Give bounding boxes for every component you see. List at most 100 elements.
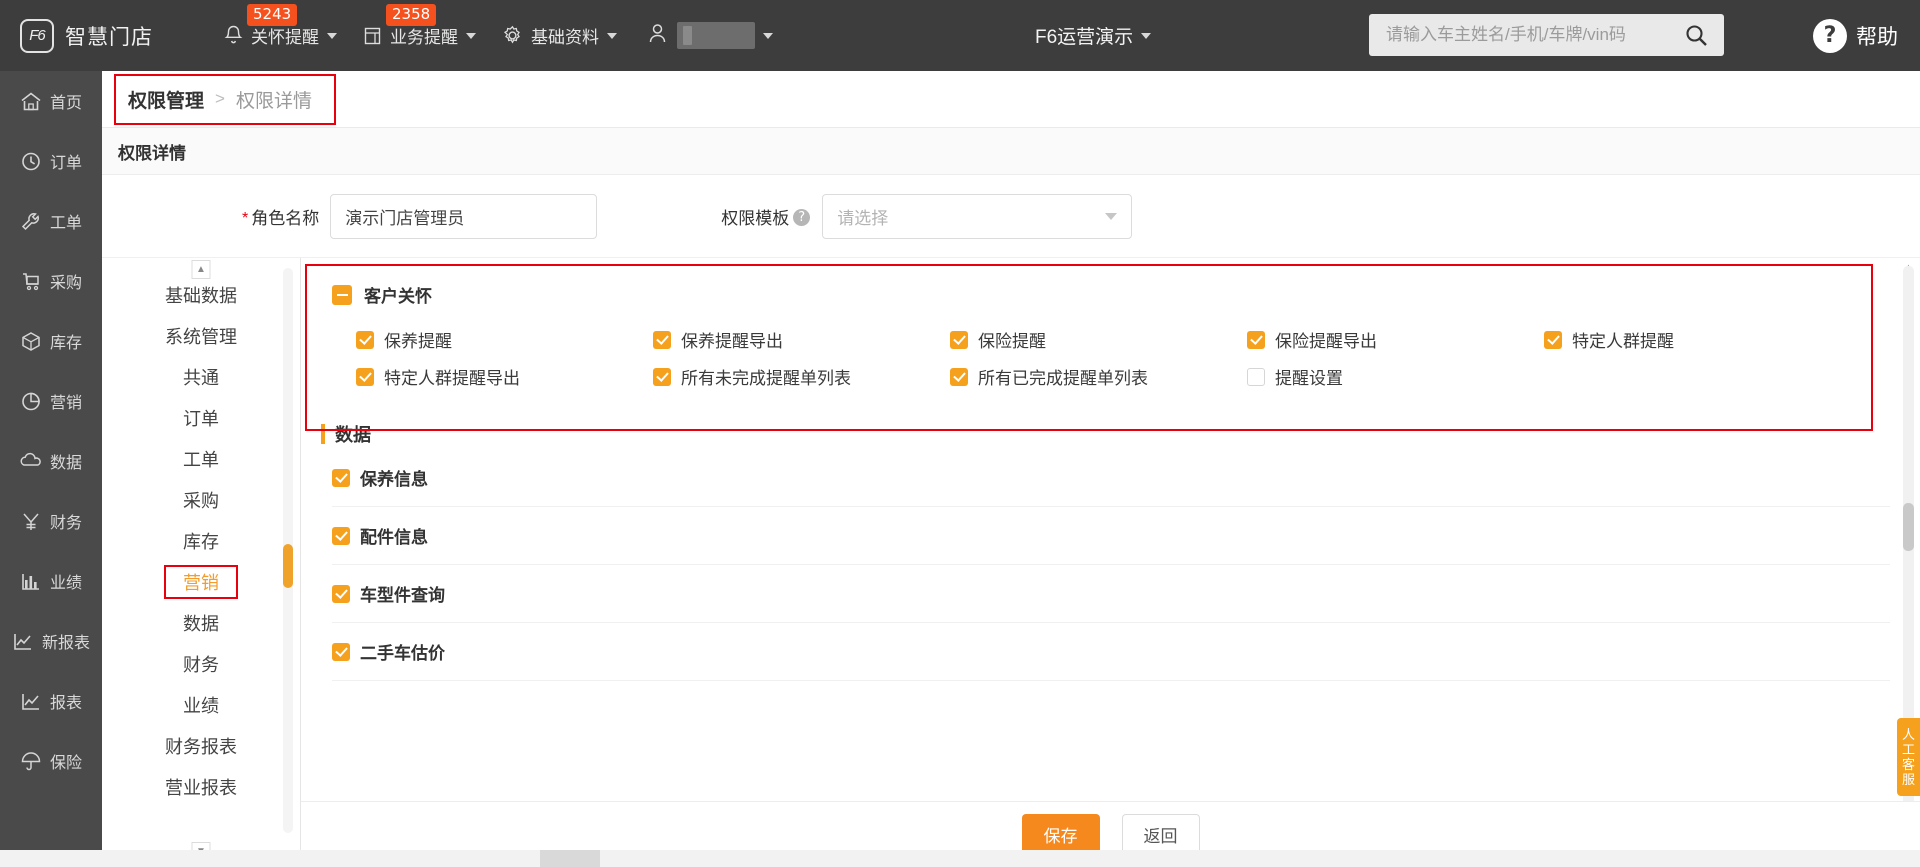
- clock-icon: [20, 151, 42, 172]
- rail-label: 工单: [49, 215, 82, 232]
- rail-item-insurance[interactable]: 保险: [0, 731, 102, 791]
- permission-row-parts-info[interactable]: 配件信息: [332, 507, 1890, 565]
- module-menu-scrollbar-thumb[interactable]: [283, 544, 293, 588]
- checkbox-unchecked-icon[interactable]: [1247, 367, 1265, 386]
- umbrella-icon: [20, 751, 42, 772]
- checkbox-checked-icon[interactable]: [1247, 330, 1265, 349]
- module-menu-label: 订单: [183, 408, 219, 429]
- required-asterisk-icon: *: [242, 210, 249, 227]
- rail-item-home[interactable]: 首页: [0, 71, 102, 131]
- rail-item-report[interactable]: 报表: [0, 671, 102, 731]
- help-tip-icon[interactable]: ?: [793, 208, 811, 226]
- module-menu-item-inventory[interactable]: 库存: [102, 520, 300, 561]
- brand-name: 智慧门店: [65, 25, 153, 49]
- rail-item-new-report[interactable]: 新报表: [0, 611, 102, 671]
- help-button[interactable]: ? 帮助: [1813, 0, 1898, 71]
- module-menu-item-business-report[interactable]: 营业报表: [102, 766, 300, 807]
- module-menu-item-marketing[interactable]: 营销: [102, 561, 300, 602]
- shop-selector-label: F6运营演示: [1035, 27, 1134, 48]
- checkbox-all-incomplete-reminder-list[interactable]: 所有未完成提醒单列表: [653, 358, 950, 395]
- breadcrumb-item-permission-detail[interactable]: 权限详情: [236, 86, 312, 113]
- permission-template-placeholder: 请选择: [837, 208, 889, 228]
- topnav-label: 业务提醒: [390, 28, 458, 47]
- module-menu-item-system[interactable]: 系统管理: [102, 315, 300, 356]
- rail-item-data[interactable]: 数据: [0, 431, 102, 491]
- checkbox-checked-icon[interactable]: [332, 468, 350, 487]
- search-input[interactable]: [1369, 15, 1685, 55]
- checkbox-checked-icon[interactable]: [653, 367, 671, 386]
- customer-service-tab[interactable]: 人 工 客 服: [1897, 718, 1920, 796]
- rail-item-inventory[interactable]: 库存: [0, 311, 102, 371]
- shop-selector[interactable]: F6运营演示: [1035, 0, 1152, 71]
- module-menu-label: 共通: [183, 367, 219, 388]
- module-menu-scroll-up-icon[interactable]: ▲: [191, 260, 211, 279]
- checkbox-maintenance-reminder[interactable]: 保养提醒: [356, 321, 653, 358]
- checkbox-checked-icon[interactable]: [356, 330, 374, 349]
- checkbox-insurance-reminder-export[interactable]: 保险提醒导出: [1247, 321, 1544, 358]
- topnav-item-care-reminder[interactable]: 关怀提醒 5243: [211, 0, 350, 71]
- rail-item-workorder[interactable]: 工单: [0, 191, 102, 251]
- checkbox-reminder-settings[interactable]: 提醒设置: [1247, 358, 1544, 395]
- permission-template-select[interactable]: 请选择: [822, 193, 1133, 239]
- module-menu-label: 财务: [183, 654, 219, 675]
- checkbox-specific-group-reminder-export[interactable]: 特定人群提醒导出: [356, 358, 653, 395]
- breadcrumb-bar: 权限管理 > 权限详情: [102, 71, 1920, 128]
- rail-item-orders[interactable]: 订单: [0, 131, 102, 191]
- customer-care-checkbox-grid: 保养提醒 保养提醒导出 保险提醒 保险提醒导出 特定人群提醒 特定人群提醒导出 …: [301, 307, 1920, 401]
- checkbox-checked-icon[interactable]: [332, 584, 350, 603]
- wrench-icon: [20, 211, 42, 232]
- brand[interactable]: F6 智慧门店: [20, 18, 153, 53]
- checkbox-maintenance-reminder-export[interactable]: 保养提醒导出: [653, 321, 950, 358]
- checkbox-checked-icon[interactable]: [332, 642, 350, 661]
- bell-icon: [224, 25, 243, 46]
- checkbox-label: 保养提醒导出: [681, 332, 783, 351]
- module-menu-item-order[interactable]: 订单: [102, 397, 300, 438]
- rail-item-performance[interactable]: 业绩: [0, 551, 102, 611]
- rail-item-finance[interactable]: 财务: [0, 491, 102, 551]
- module-menu-label: 财务报表: [165, 736, 237, 757]
- checkbox-specific-group-reminder[interactable]: 特定人群提醒: [1544, 321, 1841, 358]
- f6-logo-icon: F6: [20, 18, 54, 53]
- module-menu-item-basic-data[interactable]: 基础数据: [102, 274, 300, 315]
- top-bar: F6 智慧门店 关怀提醒 5243 业务提醒 2358 基础资料 F6运营演示 …: [0, 0, 1920, 71]
- customer-care-group-header: 客户关怀: [301, 258, 1920, 307]
- panel-scrollbar-thumb[interactable]: [1903, 503, 1914, 551]
- checkbox-checked-icon[interactable]: [950, 330, 968, 349]
- module-menu-item-common[interactable]: 共通: [102, 356, 300, 397]
- checkbox-checked-icon[interactable]: [332, 526, 350, 545]
- module-menu-item-data[interactable]: 数据: [102, 602, 300, 643]
- module-menu-item-workorder[interactable]: 工单: [102, 438, 300, 479]
- module-menu-label: 库存: [183, 531, 219, 552]
- user-menu[interactable]: [638, 0, 783, 71]
- rail-item-purchase[interactable]: 采购: [0, 251, 102, 311]
- topnav-item-basic-data[interactable]: 基础资料: [489, 0, 630, 71]
- permission-row-model-parts-query[interactable]: 车型件查询: [332, 565, 1890, 623]
- rail-item-marketing[interactable]: 营销: [0, 371, 102, 431]
- role-name-input[interactable]: [330, 193, 598, 239]
- module-menu-item-finance[interactable]: 财务: [102, 643, 300, 684]
- checkbox-checked-icon[interactable]: [653, 330, 671, 349]
- module-menu-label: 营业报表: [165, 777, 237, 798]
- checkbox-label: 特定人群提醒: [1572, 332, 1674, 351]
- clipboard-icon: [363, 26, 382, 46]
- checkbox-checked-icon[interactable]: [950, 367, 968, 386]
- checkbox-insurance-reminder[interactable]: 保险提醒: [950, 321, 1247, 358]
- checkbox-all-completed-reminder-list[interactable]: 所有已完成提醒单列表: [950, 358, 1247, 395]
- rail-label: 库存: [49, 335, 82, 352]
- checkbox-checked-icon[interactable]: [356, 367, 374, 386]
- breadcrumb-item-permission-management[interactable]: 权限管理: [128, 86, 204, 113]
- permission-row-maintenance-info[interactable]: 保养信息: [332, 449, 1890, 507]
- save-button[interactable]: 保存: [1021, 814, 1100, 855]
- checkbox-checked-icon[interactable]: [1544, 330, 1562, 349]
- search-icon[interactable]: [1685, 24, 1708, 47]
- permission-row-used-car-valuation[interactable]: 二手车估价: [332, 623, 1890, 681]
- module-menu-item-performance[interactable]: 业绩: [102, 684, 300, 725]
- back-button[interactable]: 返回: [1121, 814, 1200, 855]
- topnav-item-business-reminder[interactable]: 业务提醒 2358: [350, 0, 489, 71]
- global-search[interactable]: [1369, 14, 1724, 56]
- module-menu-item-purchase[interactable]: 采购: [102, 479, 300, 520]
- minus-icon[interactable]: [332, 284, 352, 305]
- module-menu-item-finance-report[interactable]: 财务报表: [102, 725, 300, 766]
- rail-label: 业绩: [49, 575, 82, 592]
- box-icon: [20, 331, 42, 352]
